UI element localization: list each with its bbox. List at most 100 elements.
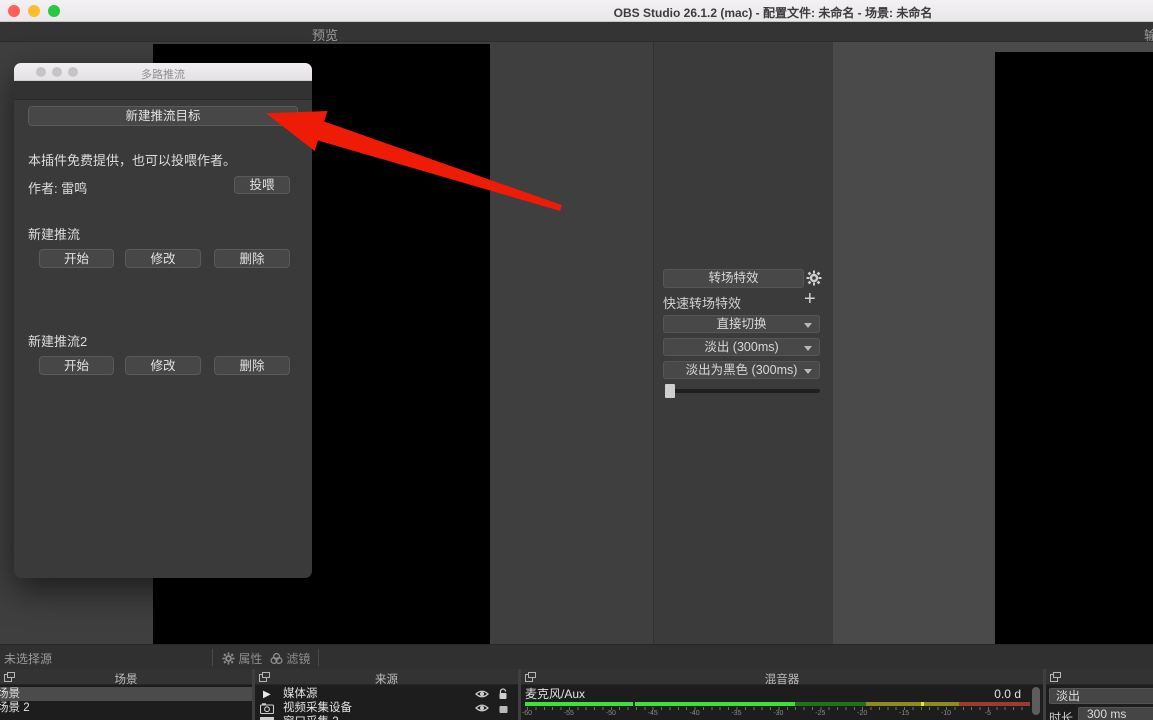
quick-transition-fade-to-black[interactable]: 淡出为黑色 (300ms) bbox=[663, 361, 820, 379]
quick-transitions-label: 快速转场特效 bbox=[663, 293, 741, 312]
tick-label: -35 bbox=[731, 710, 741, 717]
visibility-eye-icon[interactable] bbox=[475, 702, 489, 714]
macos-titlebar: OBS Studio 26.1.2 (mac) - 配置文件: 未命名 - 场景… bbox=[0, 0, 1153, 22]
quick-transition-fade[interactable]: 淡出 (300ms) bbox=[663, 338, 820, 356]
scenes-dock-header[interactable]: 场景 bbox=[0, 669, 252, 685]
dialog-titlebar[interactable]: 多路推流 bbox=[14, 63, 312, 81]
tick-label: -30 bbox=[773, 710, 783, 717]
mixer-db-value: 0.0 d bbox=[994, 687, 1021, 701]
dialog-minimize-icon[interactable] bbox=[52, 67, 62, 77]
window-title: OBS Studio 26.1.2 (mac) - 配置文件: 未命名 - 场景… bbox=[614, 4, 933, 21]
program-canvas[interactable] bbox=[995, 52, 1153, 644]
transition-bar-handle[interactable] bbox=[665, 384, 675, 398]
zoom-window-icon[interactable] bbox=[48, 5, 60, 17]
stream1-edit-button[interactable]: 修改 bbox=[125, 249, 201, 268]
sources-dock-header[interactable]: 来源 bbox=[255, 669, 518, 685]
meter-peak-indicator bbox=[921, 702, 924, 706]
properties-button[interactable]: 属性 bbox=[222, 650, 262, 667]
add-quick-transition-icon[interactable]: + bbox=[804, 288, 816, 311]
stream2-start-button[interactable]: 开始 bbox=[39, 356, 114, 375]
lock-icon[interactable] bbox=[497, 702, 509, 714]
toolbar-divider bbox=[318, 649, 319, 666]
transition-settings-gear-icon[interactable] bbox=[806, 270, 822, 286]
filters-label: 滤镜 bbox=[286, 652, 310, 666]
duration-label: 时长 bbox=[1049, 709, 1073, 720]
mixer-channel-row: 麦克风/Aux 0.0 d bbox=[521, 687, 1043, 701]
tick-label: -15 bbox=[899, 710, 909, 717]
meter-dim-red-segment bbox=[959, 702, 1030, 706]
scene-item[interactable]: 场景 2 bbox=[0, 701, 252, 715]
tick-label: -55 bbox=[564, 710, 574, 717]
tick-label: -50 bbox=[606, 710, 616, 717]
transition-bar-track[interactable] bbox=[665, 389, 820, 393]
author-label: 作者: 雷鸣 bbox=[28, 178, 87, 197]
tick-label: -40 bbox=[690, 710, 700, 717]
scene-1-label: 场景 bbox=[0, 688, 20, 700]
filters-button[interactable]: 滤镜 bbox=[270, 650, 310, 667]
window-capture-label: 窗口采集 2 bbox=[283, 716, 339, 720]
new-stream-target-button[interactable]: 新建推流目标 bbox=[28, 106, 298, 126]
meter-dim-yellow-segment bbox=[866, 702, 959, 706]
source-row-camera[interactable]: 视频采集设备 bbox=[255, 701, 518, 715]
stream1-start-button[interactable]: 开始 bbox=[39, 249, 114, 268]
popout-dock-icon[interactable] bbox=[4, 672, 15, 682]
dialog-title: 多路推流 bbox=[141, 66, 185, 82]
chevron-down-icon bbox=[804, 369, 812, 374]
video-capture-icon bbox=[260, 703, 274, 714]
close-window-icon[interactable] bbox=[8, 5, 20, 17]
scene-transitions-button[interactable]: 转场特效 bbox=[663, 269, 804, 288]
dialog-zoom-icon[interactable] bbox=[68, 67, 78, 77]
mixer-dock: 混音器 麦克风/Aux 0.0 d -60 -55 -50 -45 -40 -3… bbox=[521, 669, 1043, 720]
mixer-dock-title: 混音器 bbox=[765, 671, 800, 687]
popout-dock-icon[interactable] bbox=[1050, 672, 1061, 682]
dialog-close-icon[interactable] bbox=[36, 67, 46, 77]
mic-aux-label: 麦克风/Aux bbox=[525, 687, 585, 701]
meter-level-segment bbox=[525, 702, 633, 706]
meter-tick-labels: -60 -55 -50 -45 -40 -35 -30 -25 -20 -15 … bbox=[521, 710, 1043, 719]
quick-transition-fade-to-black-label: 淡出为黑色 (300ms) bbox=[686, 363, 798, 377]
plugin-info-text: 本插件免费提供，也可以投喂作者。 bbox=[28, 150, 236, 169]
dialog-toolstrip bbox=[14, 81, 312, 100]
meter-level-segment bbox=[635, 702, 795, 706]
tick-label: -5 bbox=[985, 710, 991, 717]
transition-select-dropdown[interactable]: 淡出 bbox=[1049, 688, 1153, 704]
donate-button[interactable]: 投喂 bbox=[234, 176, 290, 194]
transition-props-dock: 淡出 时长 300 ms bbox=[1046, 669, 1153, 720]
no-source-selected-label: 未选择源 bbox=[4, 650, 52, 667]
sources-dock-title: 来源 bbox=[375, 671, 398, 687]
chevron-down-icon bbox=[804, 323, 812, 328]
tick-label: -10 bbox=[941, 710, 951, 717]
duration-value: 300 ms bbox=[1087, 707, 1126, 720]
mixer-scrollbar[interactable] bbox=[1032, 687, 1040, 715]
popout-dock-icon[interactable] bbox=[259, 672, 270, 682]
transition-props-header[interactable] bbox=[1046, 669, 1153, 685]
tick-label: -45 bbox=[648, 710, 658, 717]
stream1-delete-button[interactable]: 删除 bbox=[214, 249, 290, 268]
video-capture-label: 视频采集设备 bbox=[283, 702, 352, 714]
chevron-down-icon bbox=[804, 346, 812, 351]
sources-dock: 来源 ▶ 媒体源 视频采集设备 窗口采集 2 bbox=[255, 669, 518, 720]
volume-meter bbox=[525, 702, 1030, 706]
stream2-edit-button[interactable]: 修改 bbox=[125, 356, 201, 375]
minimize-window-icon[interactable] bbox=[28, 5, 40, 17]
source-toolbar: 未选择源 属性 滤镜 bbox=[0, 644, 1153, 669]
transition-selected-label: 淡出 bbox=[1056, 689, 1080, 703]
meter-dim-green-segment bbox=[795, 702, 866, 706]
scene-2-label: 场景 2 bbox=[0, 702, 30, 714]
quick-transition-cut[interactable]: 直接切换 bbox=[663, 315, 820, 333]
source-row-media[interactable]: ▶ 媒体源 bbox=[255, 687, 518, 701]
duration-spinbox[interactable]: 300 ms bbox=[1078, 707, 1153, 720]
quick-transition-fade-label: 淡出 (300ms) bbox=[704, 340, 778, 354]
stream2-delete-button[interactable]: 删除 bbox=[214, 356, 290, 375]
stream1-name: 新建推流 bbox=[28, 224, 80, 243]
popout-dock-icon[interactable] bbox=[525, 672, 536, 682]
mixer-dock-header[interactable]: 混音器 bbox=[521, 669, 1043, 685]
properties-label: 属性 bbox=[238, 652, 262, 666]
tick-label: -20 bbox=[857, 710, 867, 717]
source-row-window[interactable]: 窗口采集 2 bbox=[255, 715, 518, 720]
scenes-dock-title: 场景 bbox=[115, 671, 138, 687]
media-source-label: 媒体源 bbox=[283, 688, 318, 700]
visibility-eye-icon[interactable] bbox=[475, 688, 489, 700]
scene-item-selected[interactable]: 场景 bbox=[0, 687, 252, 701]
lock-icon[interactable] bbox=[497, 688, 509, 700]
